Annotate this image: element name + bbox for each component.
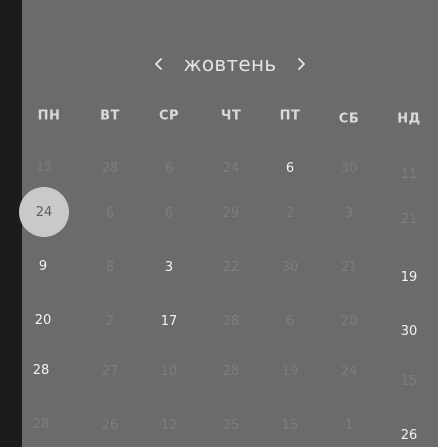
calendar-panel: жовтень <box>22 0 438 447</box>
month-header: жовтень <box>22 50 438 78</box>
calendar-screen: жовтень ПН ВТ СР ЧТ ПТ СБ НД 15 28 6 24 6 30 11 24 6 6 29… <box>0 0 438 447</box>
chevron-left-icon <box>154 58 162 70</box>
prev-month-button[interactable] <box>148 52 170 76</box>
chevron-right-icon <box>298 58 306 70</box>
next-month-button[interactable] <box>290 52 312 76</box>
month-title: жовтень <box>183 52 277 76</box>
